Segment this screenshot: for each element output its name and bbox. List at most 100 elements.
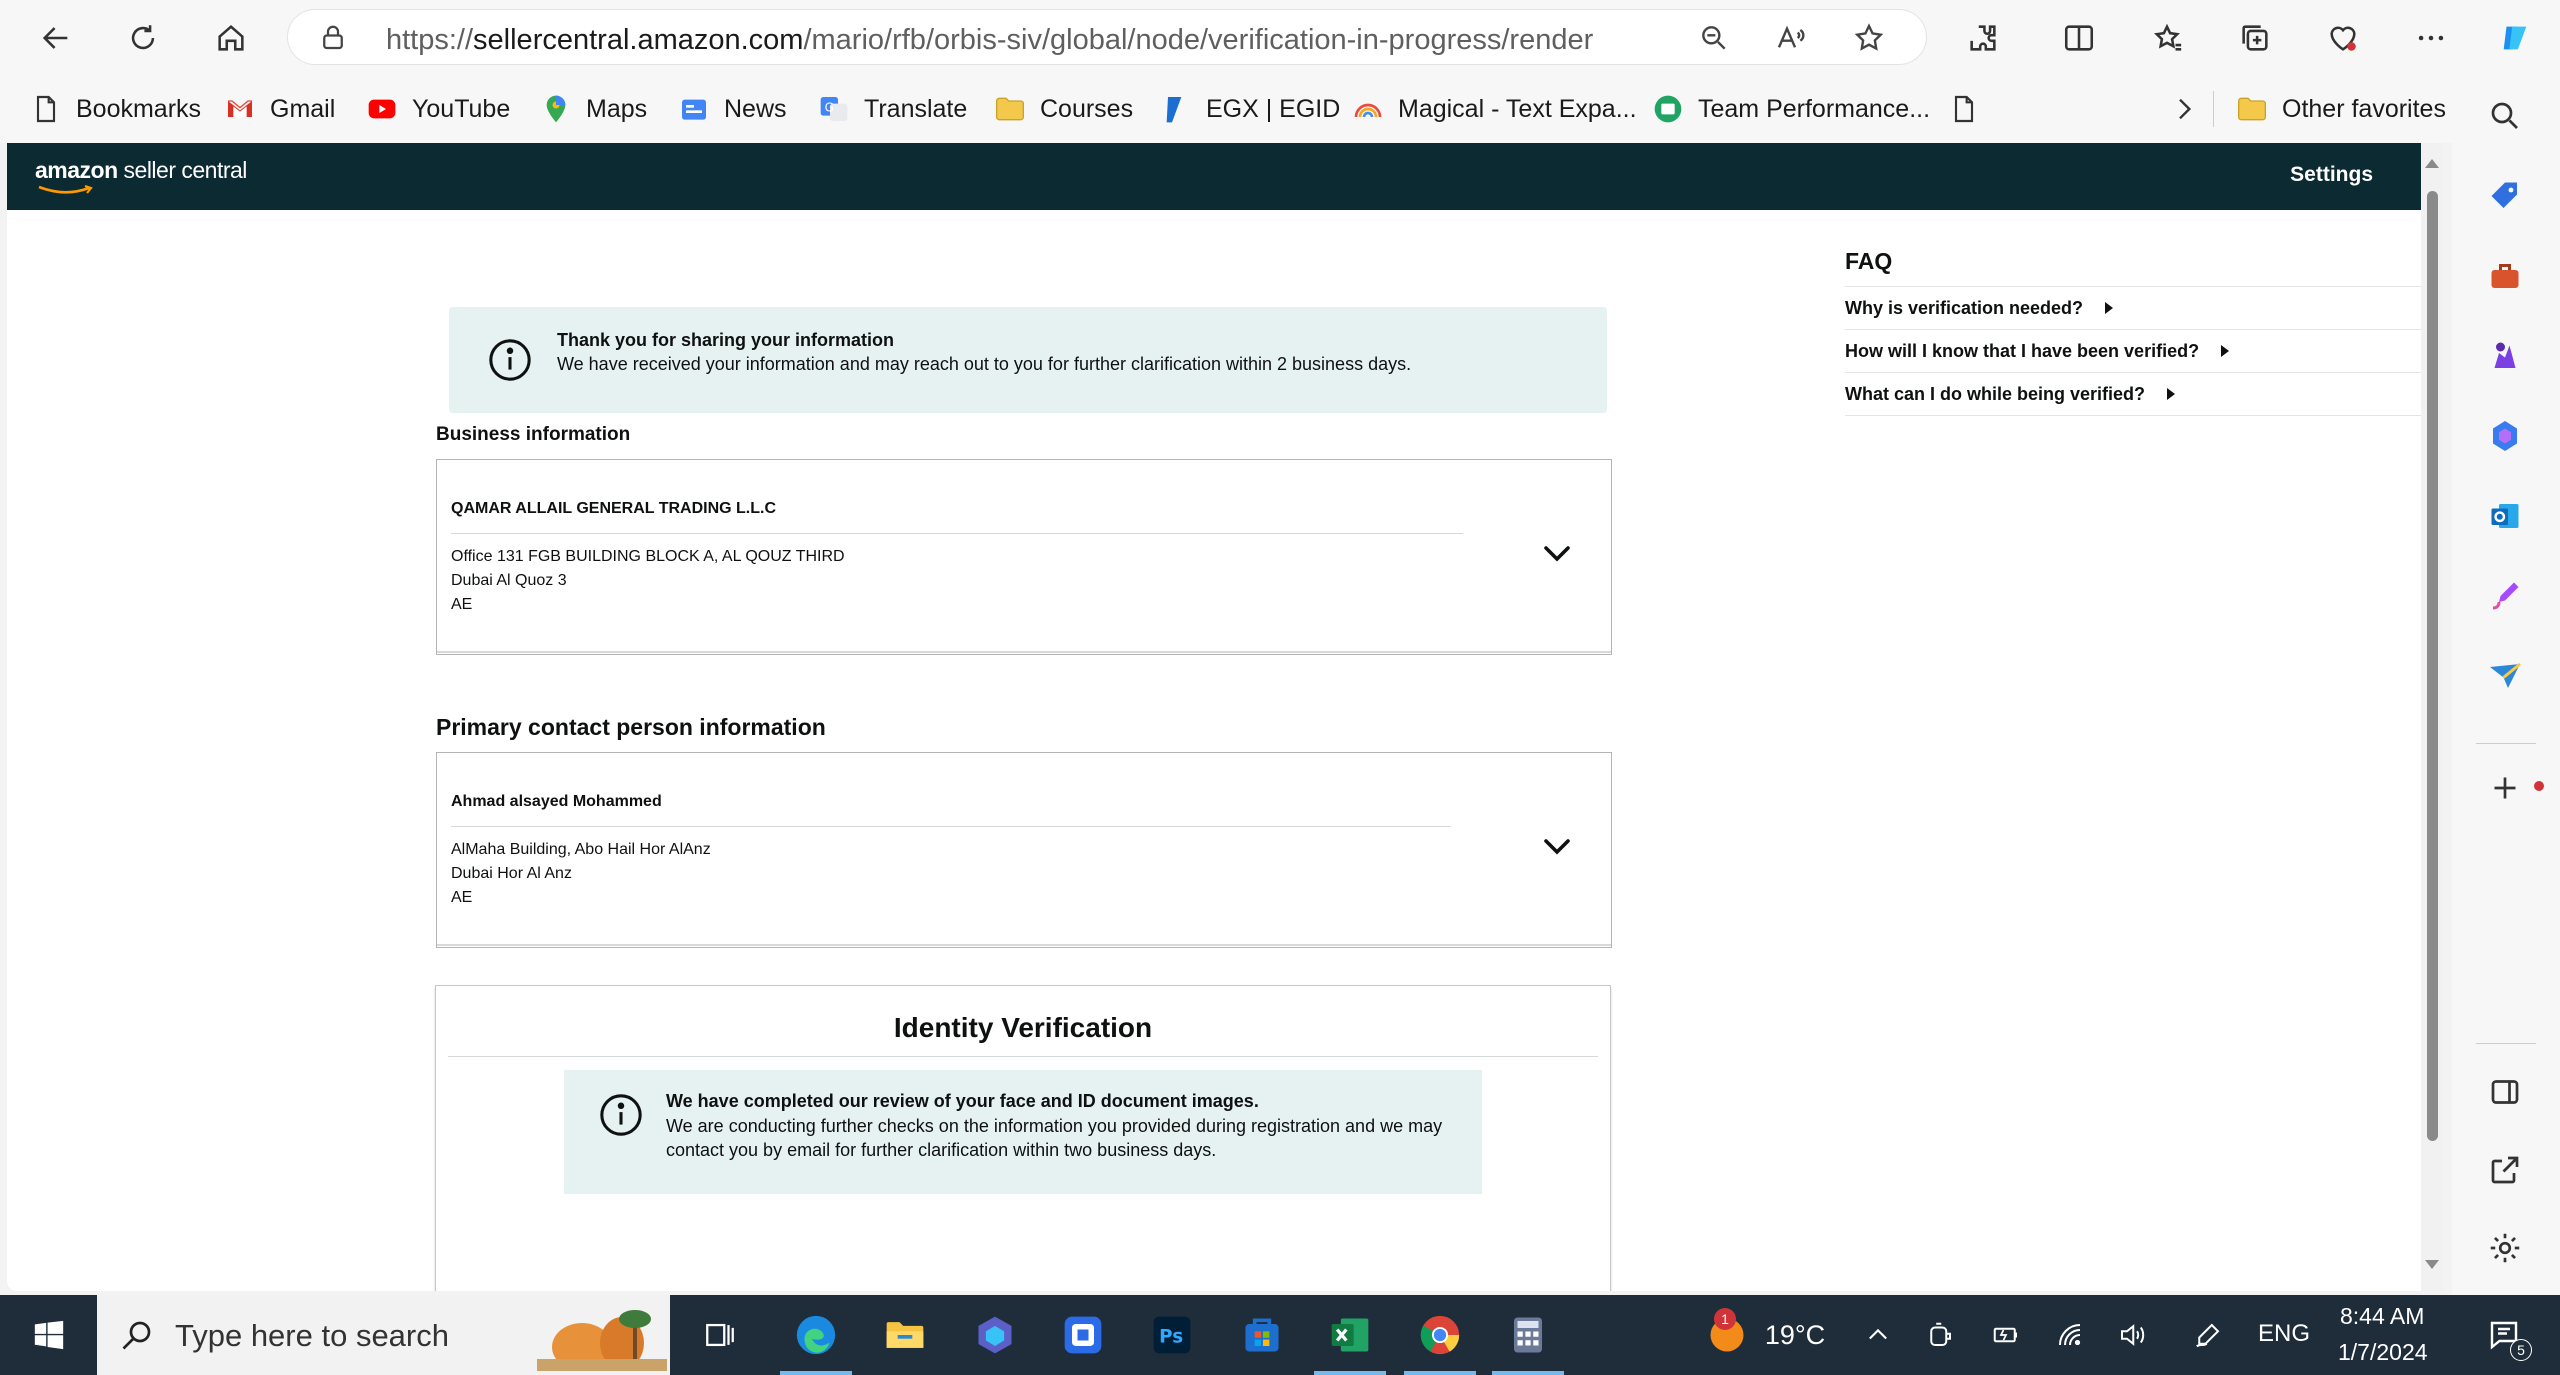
tools-briefcase-icon[interactable] xyxy=(2482,253,2528,299)
settings-gear-icon[interactable] xyxy=(2482,1225,2528,1271)
running-app-indicator xyxy=(1404,1371,1476,1375)
alert-title: Thank you for sharing your information xyxy=(557,330,895,350)
contact-info-card[interactable]: Ahmad alsayed Mohammed AlMaha Building, … xyxy=(436,752,1612,948)
photoshop-icon[interactable]: Ps xyxy=(1142,1305,1202,1365)
faq-item-how-know-verified[interactable]: How will I know that I have been verifie… xyxy=(1845,330,2425,373)
split-screen-icon[interactable] xyxy=(2053,12,2105,64)
bookmark-courses[interactable]: Courses xyxy=(994,91,1133,127)
excel-icon[interactable] xyxy=(1320,1305,1380,1365)
bookmark-page[interactable] xyxy=(1948,91,1994,127)
volume-icon[interactable] xyxy=(2112,1295,2152,1375)
designer-icon[interactable] xyxy=(2482,573,2528,619)
bookmarks-overflow-chevron-icon[interactable] xyxy=(2168,91,2214,127)
file-explorer-icon[interactable] xyxy=(875,1305,935,1365)
zoom-icon[interactable] xyxy=(1698,22,1730,54)
faq-item-while-verified[interactable]: What can I do while being verified? xyxy=(1845,373,2425,416)
games-icon[interactable] xyxy=(2482,333,2528,379)
bookmark-translate[interactable]: G Translate xyxy=(818,91,967,127)
chevron-down-icon[interactable] xyxy=(1543,838,1571,856)
info-icon xyxy=(600,1094,642,1136)
store-icon[interactable] xyxy=(1232,1305,1292,1365)
settings-link[interactable]: Settings xyxy=(2290,163,2373,187)
back-icon[interactable] xyxy=(30,12,82,64)
favorite-star-icon[interactable] xyxy=(1853,22,1885,54)
bookmark-news[interactable]: News xyxy=(678,91,787,127)
scroll-up-arrow-icon[interactable] xyxy=(2425,159,2439,168)
sidebar-divider xyxy=(2476,743,2536,744)
scrollbar-thumb[interactable] xyxy=(2427,191,2438,1141)
microsoft-365-icon[interactable] xyxy=(2482,413,2528,459)
clock-date[interactable]: 1/7/2024 xyxy=(2338,1339,2428,1366)
home-icon[interactable] xyxy=(205,12,257,64)
bookmark-magical[interactable]: Magical - Text Expa... xyxy=(1352,91,1637,127)
read-aloud-icon[interactable] xyxy=(1775,22,1807,54)
contact-name: Ahmad alsayed Mohammed xyxy=(451,793,662,810)
business-info-card[interactable]: QAMAR ALLAIL GENERAL TRADING L.L.C Offic… xyxy=(436,459,1612,655)
browser-essentials-icon[interactable] xyxy=(2317,12,2369,64)
bookmark-youtube[interactable]: YouTube xyxy=(366,91,510,127)
search-icon[interactable] xyxy=(2482,93,2528,139)
drop-send-icon[interactable] xyxy=(2482,653,2528,699)
bookmark-gmail[interactable]: Gmail xyxy=(224,91,335,127)
edge-taskbar-icon[interactable] xyxy=(786,1305,846,1365)
bookmark-team-performance[interactable]: Team Performance... xyxy=(1652,91,1930,127)
wifi-icon[interactable] xyxy=(2050,1295,2090,1375)
open-external-icon[interactable] xyxy=(2482,1147,2528,1193)
add-icon[interactable] xyxy=(2482,765,2528,811)
show-hidden-icons-chevron-icon[interactable] xyxy=(1858,1295,1898,1375)
bookmarks-bar: Bookmarks Gmail YouTube Maps News G Tran… xyxy=(0,75,2560,143)
calculator-icon[interactable] xyxy=(1498,1305,1558,1365)
extensions-icon[interactable] xyxy=(1957,12,2009,64)
bookmark-bookmarks[interactable]: Bookmarks xyxy=(30,91,201,127)
translate-icon: G xyxy=(820,97,848,121)
taskbar-search[interactable]: Type here to search xyxy=(97,1295,670,1375)
youtube-icon xyxy=(368,99,396,119)
clock-time[interactable]: 8:44 AM xyxy=(2340,1303,2424,1330)
url-text: https://sellercentral.amazon.com/mario/r… xyxy=(386,24,1594,56)
amazon-seller-central-logo[interactable]: amazon seller central xyxy=(35,157,247,184)
bookmark-egx[interactable]: EGX | EGID xyxy=(1160,91,1340,127)
notifications-icon[interactable]: 5 xyxy=(2474,1295,2534,1375)
chevron-down-icon[interactable] xyxy=(1543,545,1571,563)
scroll-down-arrow-icon[interactable] xyxy=(2425,1260,2439,1269)
sidebar-divider xyxy=(2476,1043,2536,1044)
identity-verification-card: Identity Verification We have completed … xyxy=(435,985,1611,1291)
refresh-icon[interactable] xyxy=(117,12,169,64)
hide-sidebar-icon[interactable] xyxy=(2482,1069,2528,1115)
seller-central-header: amazon seller central Settings xyxy=(7,143,2443,210)
page-viewport: amazon seller central Settings Thank you… xyxy=(7,143,2443,1291)
page-icon xyxy=(36,95,56,123)
expand-triangle-icon xyxy=(2167,388,2176,400)
windows-start-icon[interactable] xyxy=(18,1295,80,1375)
address-bar[interactable]: https://sellercentral.amazon.com/mario/r… xyxy=(287,9,1927,65)
bookmark-maps[interactable]: Maps xyxy=(540,91,647,127)
favorites-icon[interactable] xyxy=(2141,12,2193,64)
meet-now-icon[interactable] xyxy=(1920,1295,1960,1375)
faq-item-why-verification[interactable]: Why is verification needed? xyxy=(1845,287,2425,330)
more-icon[interactable] xyxy=(2405,12,2457,64)
language-indicator[interactable]: ENG xyxy=(2258,1320,2310,1348)
info-alert: Thank you for sharing your information W… xyxy=(449,307,1607,413)
business-info-label: Business information xyxy=(436,424,631,445)
business-name: QAMAR ALLAIL GENERAL TRADING L.L.C xyxy=(451,500,777,517)
weather-widget[interactable]: 1 19°C xyxy=(1680,1295,1850,1375)
active-app-indicator xyxy=(780,1371,852,1375)
app-icon[interactable] xyxy=(1053,1305,1113,1365)
task-view-icon[interactable] xyxy=(690,1295,750,1375)
shopping-tag-icon[interactable] xyxy=(2482,173,2528,219)
collections-icon[interactable] xyxy=(2229,12,2281,64)
folder-icon xyxy=(2238,97,2266,121)
pen-workspace-icon[interactable] xyxy=(2188,1295,2228,1375)
contact-address-country: AE xyxy=(451,889,473,906)
expand-triangle-icon xyxy=(2105,302,2114,314)
gmail-icon xyxy=(228,100,252,117)
alert-body: We have received your information and ma… xyxy=(557,354,1412,374)
copilot-taskbar-icon[interactable] xyxy=(965,1305,1025,1365)
outlook-icon[interactable] xyxy=(2482,493,2528,539)
page-scrollbar[interactable] xyxy=(2421,143,2443,1291)
info-icon xyxy=(489,339,531,381)
bookmark-other-favorites[interactable]: Other favorites xyxy=(2236,91,2446,127)
chrome-icon[interactable] xyxy=(1410,1305,1470,1365)
copilot-icon[interactable] xyxy=(2489,12,2541,64)
battery-icon[interactable] xyxy=(1986,1295,2026,1375)
